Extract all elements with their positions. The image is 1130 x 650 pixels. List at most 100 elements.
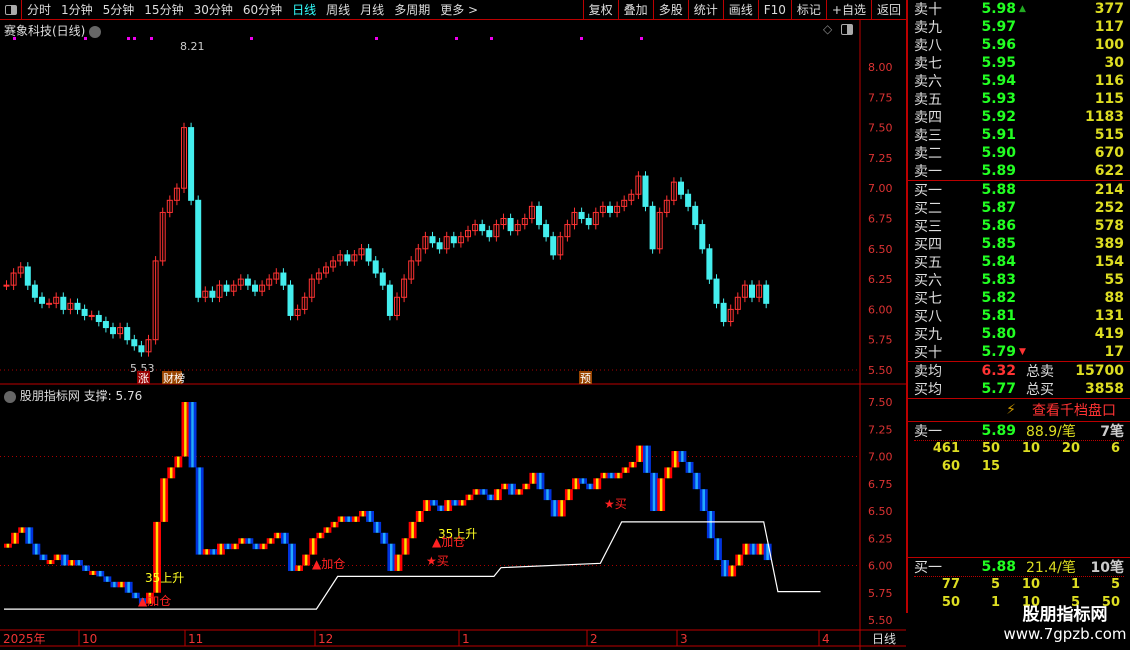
period-tab[interactable]: 30分钟	[189, 1, 238, 18]
candle[interactable]	[685, 193, 692, 207]
ask-row[interactable]: 卖八 5.96 100	[908, 36, 1130, 54]
period-tab[interactable]: 多周期	[389, 1, 435, 18]
ask-row[interactable]: 卖五 5.93 115	[908, 90, 1130, 108]
candle[interactable]	[678, 181, 684, 195]
ask-row[interactable]: 卖七 5.95 30	[908, 54, 1130, 72]
candle[interactable]	[223, 284, 230, 292]
candle[interactable]	[550, 236, 557, 256]
dropdown-icon[interactable]	[89, 25, 102, 38]
toolbar-button[interactable]: F10	[757, 0, 791, 20]
candle[interactable]	[436, 242, 443, 250]
candle[interactable]	[642, 175, 649, 207]
bid-row[interactable]: 买九 5.80 419	[908, 325, 1130, 343]
candle[interactable]	[536, 205, 542, 226]
layout-toggle-button[interactable]	[0, 0, 22, 20]
kline-chart[interactable]: 8.00 7.75 7.50 7.25 7.00 6.75 6.50 6.25 6.00 5.75…	[0, 20, 906, 650]
candle[interactable]	[95, 314, 102, 323]
candle[interactable]	[585, 218, 592, 226]
candle[interactable]	[24, 266, 31, 286]
candle[interactable]	[287, 284, 294, 316]
bid-row[interactable]: 买八 5.81 131	[908, 307, 1130, 325]
ask-row[interactable]: 卖二 5.90 670	[908, 144, 1130, 162]
candle[interactable]	[763, 284, 770, 304]
bid-row[interactable]: 买六 5.83 55	[908, 271, 1130, 289]
candle[interactable]	[81, 308, 88, 316]
period-tab[interactable]: 周线	[321, 1, 355, 18]
bid-row[interactable]: 买五 5.84 154	[908, 253, 1130, 271]
candle[interactable]	[372, 260, 379, 274]
thousand-orderbook-link[interactable]: ⚡ 查看千档盘口	[908, 399, 1130, 421]
bid-row[interactable]: 买四 5.85 389	[908, 235, 1130, 253]
candle[interactable]	[699, 224, 706, 250]
bid-row[interactable]: 买七 5.82 88	[908, 289, 1130, 307]
candle[interactable]	[507, 218, 514, 232]
candle[interactable]	[429, 236, 436, 244]
toolbar-button[interactable]: 统计	[687, 0, 723, 20]
candle[interactable]	[365, 248, 372, 262]
candle[interactable]	[713, 278, 720, 304]
period-tab[interactable]: 15分钟	[139, 1, 188, 18]
candle[interactable]	[280, 272, 287, 286]
period-tab[interactable]: 月线	[355, 1, 389, 18]
candle[interactable]	[720, 302, 727, 323]
candle[interactable]	[102, 321, 109, 329]
ask-row[interactable]: 卖九 5.97 117	[908, 18, 1130, 36]
candle[interactable]	[749, 284, 755, 298]
candle[interactable]	[252, 284, 258, 292]
ask-row[interactable]: 卖六 5.94 116	[908, 72, 1130, 90]
candle[interactable]	[386, 284, 393, 316]
candle[interactable]	[706, 248, 713, 280]
candle[interactable]	[60, 296, 67, 310]
candle[interactable]	[244, 278, 251, 286]
toolbar-button[interactable]: 叠加	[617, 0, 653, 20]
indicator-tick: 6.25	[868, 532, 893, 545]
candle[interactable]	[649, 205, 656, 250]
bid-row[interactable]: 买三 5.86 578	[908, 217, 1130, 235]
ask-row[interactable]: 卖三 5.91 515	[908, 126, 1130, 144]
candle[interactable]	[692, 205, 699, 226]
indicator-bar	[32, 543, 36, 555]
candle[interactable]	[88, 314, 95, 317]
ask-row[interactable]: 卖十 5.98 ▲ 377	[908, 0, 1130, 18]
candle[interactable]	[46, 302, 53, 305]
toolbar-button[interactable]: 复权	[582, 0, 618, 20]
candle[interactable]	[543, 224, 550, 238]
candle[interactable]	[195, 199, 202, 298]
period-tab[interactable]: 1分钟	[56, 1, 98, 18]
candle[interactable]	[31, 284, 38, 298]
bid-row[interactable]: 买二 5.87 252	[908, 199, 1130, 217]
period-tab[interactable]: 5分钟	[98, 1, 140, 18]
candle[interactable]	[379, 272, 386, 286]
period-tab[interactable]: 分时	[22, 1, 56, 18]
candle[interactable]	[74, 302, 81, 310]
toolbar-button[interactable]: 画线	[722, 0, 758, 20]
panel-toggle-icon[interactable]	[841, 24, 853, 35]
candle[interactable]	[3, 284, 10, 287]
candle[interactable]	[344, 254, 351, 262]
toolbar-button[interactable]: 多股	[652, 0, 688, 20]
candle[interactable]	[209, 290, 216, 298]
candle[interactable]	[131, 339, 138, 347]
diamond-icon[interactable]: ◇	[823, 22, 832, 36]
candle[interactable]	[479, 224, 486, 232]
candle[interactable]	[188, 127, 195, 201]
candle[interactable]	[578, 211, 585, 220]
candle[interactable]	[607, 205, 613, 213]
candle[interactable]	[450, 236, 457, 244]
toolbar-button[interactable]: 标记	[790, 0, 826, 20]
ask-row[interactable]: 卖一 5.89 622	[908, 162, 1130, 180]
period-tab[interactable]: 更多 >	[435, 1, 483, 18]
ask-row[interactable]: 卖四 5.92 1183	[908, 108, 1130, 126]
candle[interactable]	[486, 230, 493, 238]
dropdown-icon[interactable]	[4, 390, 16, 403]
toolbar-button[interactable]: 返回	[870, 0, 906, 20]
candle[interactable]	[39, 296, 45, 304]
candle[interactable]	[110, 327, 116, 335]
period-tab[interactable]: 60分钟	[238, 1, 287, 18]
candle[interactable]	[124, 327, 131, 341]
bid-row[interactable]: 买一 5.88 214	[908, 181, 1130, 199]
bid-row[interactable]: 买十 5.79 ▼ 17	[908, 343, 1130, 361]
toolbar-button[interactable]: +自选	[825, 0, 871, 20]
period-tab[interactable]: 日线	[287, 1, 321, 18]
candle[interactable]	[138, 345, 145, 353]
